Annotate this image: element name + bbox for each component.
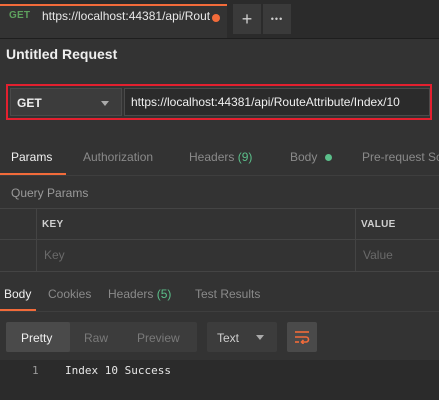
tab-pre-request-script[interactable]: Pre-request Script <box>362 150 439 164</box>
tab-authorization[interactable]: Authorization <box>83 150 153 164</box>
url-input-value: https://localhost:44381/api/RouteAttribu… <box>131 95 400 109</box>
chevron-down-icon <box>256 335 264 340</box>
request-name[interactable]: Untitled Request <box>6 46 117 62</box>
table-column-divider <box>36 208 37 272</box>
view-mode-raw-button[interactable]: Raw <box>84 331 108 345</box>
http-method-value: GET <box>17 96 42 110</box>
request-tab-title: https://localhost:44381/api/RouteAttribu… <box>42 9 210 23</box>
column-header-key: KEY <box>42 219 64 230</box>
tab-headers[interactable]: Headers (9) <box>189 150 252 164</box>
response-tab-test-results[interactable]: Test Results <box>195 287 260 301</box>
plus-icon: + <box>241 9 253 29</box>
divider <box>0 311 439 312</box>
view-mode-pretty-label: Pretty <box>21 331 53 345</box>
table-column-divider <box>355 208 356 272</box>
request-tab-method: GET <box>9 10 31 21</box>
table-row-divider <box>0 239 439 240</box>
tab-headers-label: Headers <box>189 150 235 164</box>
response-tab-body[interactable]: Body <box>4 287 31 301</box>
tab-headers-count: (9) <box>237 150 253 164</box>
tab-params[interactable]: Params <box>11 150 52 164</box>
wrap-lines-icon <box>295 331 310 344</box>
body-indicator-dot-icon <box>325 154 332 161</box>
tab-body[interactable]: Body <box>290 150 317 164</box>
view-mode-preview-button[interactable]: Preview <box>137 331 180 345</box>
param-key-input[interactable]: Key <box>44 248 65 262</box>
line-number: 1 <box>32 364 39 377</box>
ellipsis-icon: ••• <box>270 14 284 24</box>
tab-options-button[interactable]: ••• <box>263 4 291 34</box>
wrap-lines-button[interactable] <box>287 322 317 352</box>
query-params-title: Query Params <box>11 186 89 200</box>
chevron-down-icon <box>101 101 109 106</box>
response-tab-headers-label: Headers <box>108 287 154 301</box>
new-tab-button[interactable]: + <box>233 4 261 34</box>
response-format-value: Text <box>217 331 240 345</box>
unsaved-changes-dot-icon <box>212 14 220 22</box>
response-tab-headers-count: (5) <box>156 287 172 301</box>
response-tab-headers[interactable]: Headers (5) <box>108 287 171 301</box>
response-tab-cookies[interactable]: Cookies <box>48 287 91 301</box>
param-value-input[interactable]: Value <box>363 248 393 262</box>
column-header-value: VALUE <box>361 219 396 230</box>
response-body-text: Index 10 Success <box>65 364 171 377</box>
query-params-table <box>0 208 439 272</box>
divider <box>0 175 439 176</box>
